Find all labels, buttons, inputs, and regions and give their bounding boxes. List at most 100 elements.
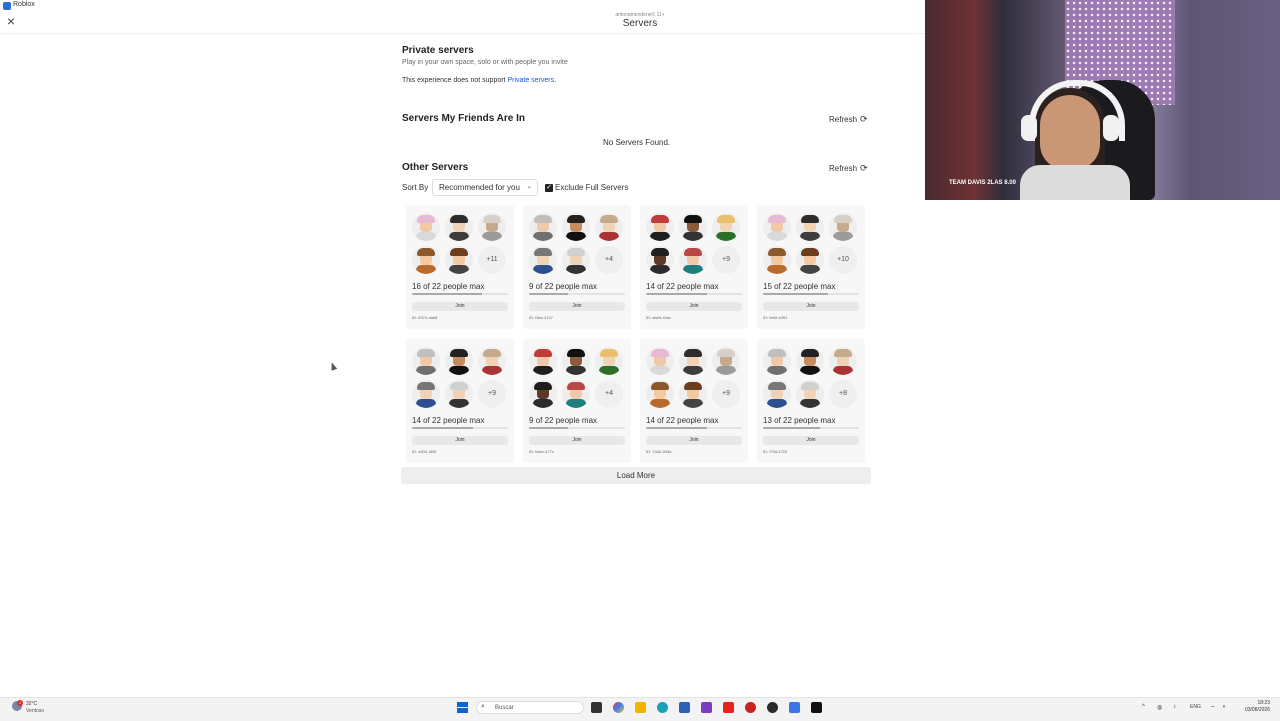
player-avatar[interactable] xyxy=(763,246,791,274)
player-avatar[interactable] xyxy=(445,347,473,375)
exclude-full-checkbox[interactable]: ✓ xyxy=(545,184,553,192)
mouse-cursor-icon xyxy=(328,361,338,371)
server-id: ID: bbec-477c xyxy=(529,449,554,454)
task-view-icon[interactable] xyxy=(591,702,602,713)
player-avatar[interactable] xyxy=(679,347,707,375)
player-avatar[interactable] xyxy=(445,380,473,408)
store-icon[interactable] xyxy=(679,702,690,713)
headset-cup-left xyxy=(1021,115,1037,141)
file-explorer-icon[interactable] xyxy=(635,702,646,713)
taskbar-search-input[interactable]: Buscar xyxy=(476,701,584,714)
edge-browser-icon[interactable] xyxy=(657,702,668,713)
server-id: ID: 8374-4ab8 xyxy=(412,315,438,320)
player-avatar[interactable] xyxy=(412,380,440,408)
player-avatar[interactable] xyxy=(646,246,674,274)
player-avatar[interactable] xyxy=(478,213,506,241)
player-count: 13 of 22 people max xyxy=(763,416,836,425)
player-avatar[interactable] xyxy=(412,213,440,241)
private-note-suffix: . xyxy=(554,77,557,84)
weather-temp: 32°C xyxy=(26,701,38,707)
volume-icon[interactable]: ◖ xyxy=(1222,704,1226,710)
server-id: ID: 9e6f-4051 xyxy=(763,315,788,320)
join-button[interactable]: Join xyxy=(412,302,508,311)
player-avatar[interactable] xyxy=(529,213,557,241)
server-card: +9 14 of 22 people max Join ID: a334-460f xyxy=(406,339,514,463)
player-avatar[interactable] xyxy=(562,347,590,375)
server-card: +9 14 of 22 people max Join ID: abe5-444c xyxy=(640,205,748,329)
player-count: 15 of 22 people max xyxy=(763,282,836,291)
record-icon[interactable] xyxy=(745,702,756,713)
player-avatar[interactable] xyxy=(529,347,557,375)
sort-dropdown[interactable]: Recommended for you ⌄ xyxy=(432,179,538,196)
player-avatar[interactable] xyxy=(562,380,590,408)
windows-start-icon[interactable] xyxy=(457,702,468,713)
player-avatar[interactable] xyxy=(445,213,473,241)
wifi-icon[interactable]: ⌔ xyxy=(1210,704,1216,712)
tray-chevron-icon[interactable]: ^ xyxy=(1142,704,1145,710)
capacity-fill xyxy=(412,427,474,429)
player-avatar[interactable] xyxy=(562,213,590,241)
capacity-bar xyxy=(412,427,508,429)
player-avatar[interactable] xyxy=(478,347,506,375)
player-avatar[interactable] xyxy=(679,246,707,274)
player-avatar[interactable] xyxy=(529,380,557,408)
capacity-bar xyxy=(529,293,625,295)
join-button[interactable]: Join xyxy=(646,302,742,311)
player-avatar[interactable] xyxy=(796,380,824,408)
player-avatar[interactable] xyxy=(646,380,674,408)
join-button[interactable]: Join xyxy=(412,436,508,445)
player-avatar[interactable] xyxy=(712,347,740,375)
friends-refresh-button[interactable]: Refresh ⟳ xyxy=(829,114,868,125)
player-avatar[interactable] xyxy=(595,347,623,375)
player-avatar[interactable] xyxy=(763,347,791,375)
weather-desc: Ventoso xyxy=(26,708,45,714)
roblox-taskbar-icon[interactable] xyxy=(789,702,800,713)
chrome-icon[interactable] xyxy=(767,702,778,713)
load-more-button[interactable]: Load More xyxy=(401,467,871,484)
player-avatar[interactable] xyxy=(646,347,674,375)
window-title: Roblox xyxy=(13,1,35,8)
server-card: +11 16 of 22 people max Join ID: 8374-4ab8 xyxy=(406,205,514,329)
player-avatar[interactable] xyxy=(679,380,707,408)
player-avatar[interactable] xyxy=(763,213,791,241)
close-icon[interactable]: × xyxy=(4,14,18,28)
player-avatar[interactable] xyxy=(412,347,440,375)
player-avatar[interactable] xyxy=(829,347,857,375)
join-button[interactable]: Join xyxy=(763,302,859,311)
player-count: 16 of 22 people max xyxy=(412,282,485,291)
language-indicator[interactable]: ENG xyxy=(1190,704,1201,710)
mic-icon[interactable]: ♪ xyxy=(1173,704,1176,710)
player-avatar[interactable] xyxy=(646,213,674,241)
player-avatar[interactable] xyxy=(796,213,824,241)
player-avatar[interactable] xyxy=(445,246,473,274)
terminal-icon[interactable] xyxy=(811,702,822,713)
server-id: ID: abe5-444c xyxy=(646,315,672,320)
player-avatar[interactable] xyxy=(763,380,791,408)
server-id: ID: 07fd-4720 xyxy=(763,449,788,454)
player-avatar[interactable] xyxy=(412,246,440,274)
window-title-bar xyxy=(0,0,925,12)
join-button[interactable]: Join xyxy=(646,436,742,445)
player-avatar[interactable] xyxy=(529,246,557,274)
join-button[interactable]: Join xyxy=(763,436,859,445)
other-refresh-button[interactable]: Refresh ⟳ xyxy=(829,163,868,174)
search-icon: ⌕ xyxy=(481,703,485,710)
player-count: 9 of 22 people max xyxy=(529,416,598,425)
youtube-icon[interactable] xyxy=(723,702,734,713)
player-avatar[interactable] xyxy=(796,246,824,274)
private-servers-link[interactable]: Private servers xyxy=(507,77,554,84)
player-avatar[interactable] xyxy=(679,213,707,241)
app-icon[interactable] xyxy=(701,702,712,713)
player-avatar[interactable] xyxy=(829,213,857,241)
capacity-fill xyxy=(529,293,569,295)
player-avatar[interactable] xyxy=(712,213,740,241)
join-button[interactable]: Join xyxy=(529,436,625,445)
join-button[interactable]: Join xyxy=(529,302,625,311)
player-avatar[interactable] xyxy=(595,213,623,241)
copilot-icon[interactable] xyxy=(613,702,624,713)
player-avatar[interactable] xyxy=(562,246,590,274)
network-icon[interactable]: ◍ xyxy=(1157,704,1162,711)
player-avatar[interactable] xyxy=(796,347,824,375)
taskbar-clock[interactable]: 18:23 03/08/2026 xyxy=(1236,700,1270,714)
streamer-shirt xyxy=(1020,165,1130,200)
